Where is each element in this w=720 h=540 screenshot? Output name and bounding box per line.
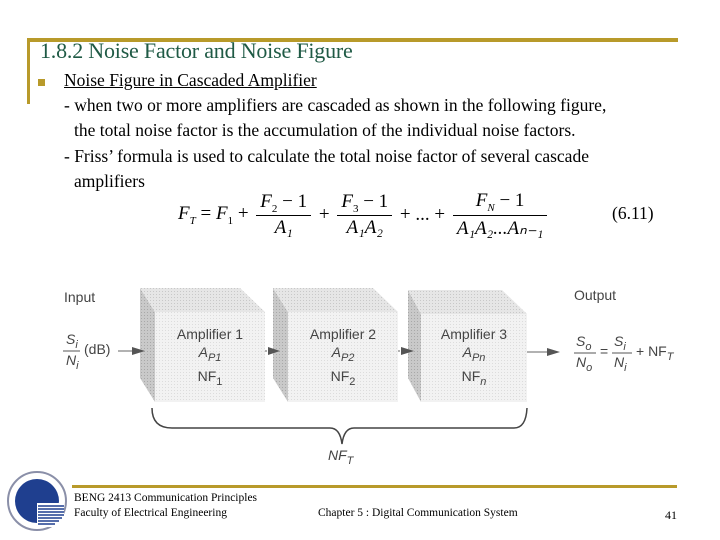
out-nf-sub: T (666, 350, 674, 363)
output-plus-nf: + NFT (636, 343, 673, 363)
output-si: Si (614, 333, 626, 353)
amplifier-3-label: Amplifier 3 APn NFn (421, 325, 527, 391)
output-equals: = (600, 343, 609, 359)
out-ni-sub: i (624, 361, 627, 374)
input-unit: (dB) (84, 341, 111, 357)
input-n-sub: i (76, 359, 79, 372)
amp-3-gain-var: A (462, 344, 472, 360)
out-so-sub: o (585, 340, 592, 353)
out-si-sub: i (623, 340, 626, 353)
output-ni: Ni (614, 354, 627, 374)
amp-2-nf: NF2 (288, 367, 398, 391)
amp-2-gain-sub: P2 (340, 351, 355, 364)
total-brace (151, 407, 528, 445)
amp-2-gain: AP2 (288, 343, 398, 367)
footer-chapter: Chapter 5 : Digital Communication System (318, 507, 518, 519)
out-no: N (576, 354, 587, 370)
out-no-sub: o (586, 361, 593, 374)
amp-1-name: Amplifier 1 (176, 326, 244, 342)
input-snr-numerator: Si (66, 331, 78, 351)
output-n: No (576, 354, 592, 374)
output-label: Output (574, 287, 617, 303)
out-si: S (614, 333, 624, 349)
input-n: N (66, 352, 77, 368)
page-number: 41 (665, 508, 677, 522)
amp-1-gain-var: A (198, 344, 208, 360)
amplifier-1-label: Amplifier 1 AP1 NF1 (155, 325, 265, 391)
input-label: Input (64, 289, 96, 305)
amp-3-gain-sub: Pn (471, 351, 486, 364)
amp-2-nf-sub: 2 (349, 375, 356, 388)
amp-2-gain-var: A (331, 344, 341, 360)
amplifier-2-label: Amplifier 2 AP2 NF2 (288, 325, 398, 391)
total-nf-sub: T (346, 454, 354, 467)
out-so: S (576, 333, 586, 349)
footer-course: BENG 2413 Communication Principles (74, 492, 258, 504)
input-s-sub: i (75, 338, 78, 351)
amp-1-gain-sub: P1 (207, 351, 222, 364)
out-plus-nf: + NF (636, 343, 667, 359)
cascade-diagram: Input Output Si Ni (dB) Amplifier 1 AP1 … (0, 0, 720, 540)
amp-2-nf-var: NF (330, 367, 350, 384)
amp-1-nf-sub: 1 (216, 375, 223, 388)
amp-2-name: Amplifier 2 (309, 326, 377, 342)
amp-1-gain: AP1 (155, 343, 265, 367)
amp-1-nf: NF1 (155, 367, 265, 391)
amp-1-nf-var: NF (197, 367, 217, 384)
amp-3-gain: APn (421, 343, 527, 367)
footer-faculty: Faculty of Electrical Engineering (74, 507, 227, 519)
total-noise-figure-label: NFT (328, 447, 353, 467)
diagram-graphics (63, 288, 632, 445)
amp-3-nf-sub: n (480, 375, 487, 388)
input-snr-denominator: Ni (66, 352, 79, 372)
output-s: So (576, 333, 591, 353)
footer-rule (72, 485, 677, 488)
out-ni: N (614, 354, 625, 370)
total-nf: NF (328, 447, 347, 463)
amp-3-nf-var: NF (461, 367, 481, 384)
amp-3-name: Amplifier 3 (440, 326, 508, 342)
input-s: S (66, 331, 76, 347)
amp-3-nf: NFn (421, 367, 527, 391)
university-logo-icon (7, 471, 67, 531)
